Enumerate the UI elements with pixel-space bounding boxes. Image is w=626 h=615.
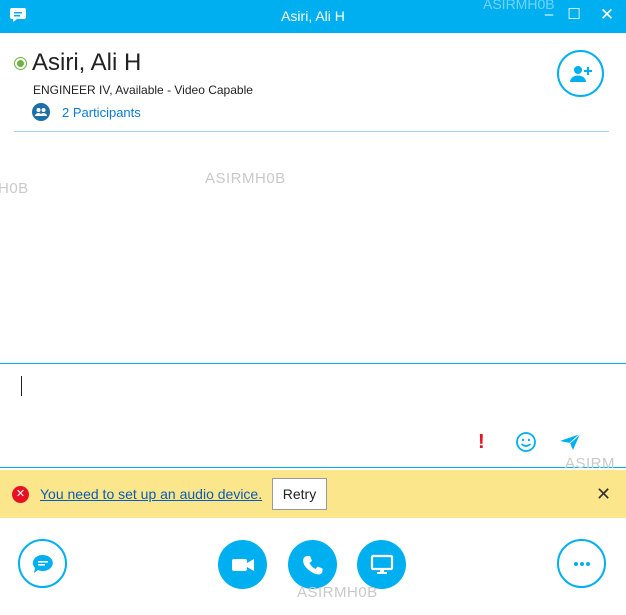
maximize-button[interactable]: ☐ (563, 4, 585, 26)
watermark-text: ASIRMH0B (205, 170, 286, 187)
watermark-text: ASIRMH0B (297, 584, 378, 601)
call-toolbar: ASIRMH0B (0, 518, 626, 615)
video-camera-icon (231, 558, 254, 571)
audio-setup-link[interactable]: You need to set up an audio device. (40, 486, 262, 502)
add-participants-button[interactable] (557, 50, 604, 97)
monitor-icon (370, 554, 393, 574)
contact-subtitle: ENGINEER IV, Available - Video Capable (33, 83, 253, 97)
call-button[interactable] (288, 540, 337, 589)
audio-device-notification: ✕ You need to set up an audio device. Re… (0, 455, 626, 518)
emoticon-icon[interactable] (515, 431, 537, 453)
compose-bottom-divider (0, 467, 626, 468)
priority-icon[interactable]: ! (478, 431, 485, 454)
retry-button[interactable]: Retry (272, 478, 327, 510)
watermark-text: ASIRM (565, 455, 616, 472)
participants-link[interactable]: 2 Participants (62, 105, 141, 120)
conversation-history[interactable]: H0B ASIRMH0B (0, 133, 626, 363)
minimize-button[interactable]: ‒ (538, 4, 560, 26)
participants-icon[interactable] (32, 103, 50, 121)
close-button[interactable]: ✕ (596, 4, 618, 26)
conversation-window: Asiri, Ali H ASIRMH0B ‒ ☐ ✕ Asiri, Ali H… (0, 0, 626, 615)
add-person-icon (569, 65, 592, 82)
phone-icon (302, 555, 322, 574)
text-caret (21, 376, 22, 396)
contact-name[interactable]: Asiri, Ali H (32, 49, 141, 77)
present-button[interactable] (357, 540, 406, 589)
send-icon[interactable] (559, 433, 581, 451)
watermark-text: H0B (0, 180, 29, 197)
presence-available-icon (15, 58, 26, 69)
dismiss-notification-button[interactable]: ✕ (596, 484, 611, 505)
header-divider (14, 131, 609, 132)
more-options-button[interactable] (557, 539, 606, 588)
chat-bubble-icon (32, 554, 53, 573)
video-button[interactable] (218, 540, 267, 589)
im-button[interactable] (18, 539, 67, 588)
error-icon: ✕ (12, 486, 29, 503)
title-bar[interactable]: Asiri, Ali H ASIRMH0B ‒ ☐ ✕ (0, 0, 626, 33)
ellipsis-icon (573, 561, 590, 566)
